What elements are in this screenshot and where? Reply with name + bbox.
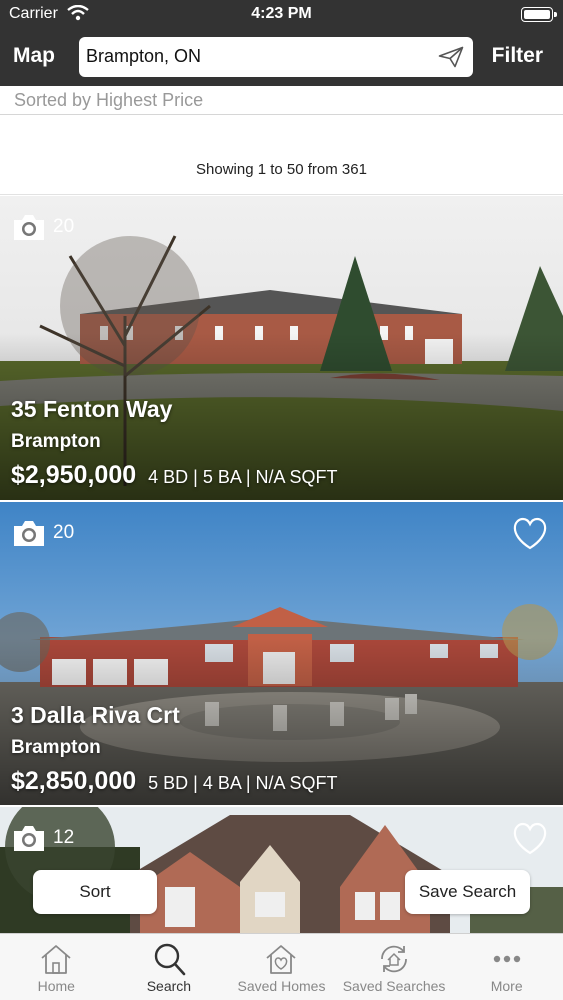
tab-label: Saved Searches xyxy=(342,978,446,994)
photo-count-value: 12 xyxy=(53,827,75,848)
divider xyxy=(0,194,563,195)
listing-specs: 5 BD | 4 BA | N/A SQFT xyxy=(148,773,338,793)
home-icon xyxy=(41,945,71,974)
nav-bar: Map Brampton, ON Filter xyxy=(0,30,563,86)
results-count: Showing 1 to 50 from 361 xyxy=(196,161,367,178)
heart-icon[interactable] xyxy=(512,822,548,856)
tab-saved-homes[interactable]: Saved Homes xyxy=(225,934,338,1000)
camera-icon xyxy=(14,826,44,851)
heart-icon[interactable] xyxy=(512,517,548,551)
listing-photo xyxy=(0,502,563,805)
tab-more[interactable]: More xyxy=(450,934,563,1000)
listing-address: 3 Dalla Riva Crt xyxy=(11,702,180,728)
tab-bar: Home Search Saved Homes Saved Searches M… xyxy=(0,933,563,1000)
photo-count-value: 20 xyxy=(53,216,75,237)
location-arrow-icon[interactable] xyxy=(438,46,464,68)
listing-card[interactable]: 20 3 Dalla Riva Crt Brampton $2,850,000 … xyxy=(0,502,563,805)
tab-label: Saved Homes xyxy=(237,978,326,994)
sort-order-label: Sorted by Highest Price xyxy=(14,90,204,110)
photo-count: 20 xyxy=(12,518,74,548)
listing-city: Brampton xyxy=(11,737,101,758)
camera-icon xyxy=(14,215,44,240)
listing-photo xyxy=(0,196,563,500)
search-icon xyxy=(154,943,186,976)
tab-search[interactable]: Search xyxy=(113,934,226,1000)
battery-icon xyxy=(521,7,557,22)
listing-price: $2,850,000 xyxy=(11,767,137,795)
clock: 4:23 PM xyxy=(251,5,312,22)
photo-count-value: 20 xyxy=(53,522,75,543)
tab-label: Search xyxy=(146,978,192,994)
filter-button[interactable]: Filter xyxy=(492,44,543,68)
listing-card[interactable]: 20 35 Fenton Way Brampton $2,950,000 4 B… xyxy=(0,196,563,500)
divider xyxy=(0,114,563,115)
saved-home-heart-icon xyxy=(266,945,297,974)
listing-price: $2,950,000 xyxy=(11,461,137,489)
map-button[interactable]: Map xyxy=(13,44,55,68)
listing-address: 35 Fenton Way xyxy=(11,396,173,422)
photo-count: 20 xyxy=(12,212,74,242)
sort-button[interactable]: Sort xyxy=(33,870,157,914)
listing-price-row: $2,950,000 4 BD | 5 BA | N/A SQFT xyxy=(11,461,338,490)
status-bar: Carrier 4:23 PM xyxy=(0,0,563,30)
tab-home[interactable]: Home xyxy=(0,934,113,1000)
save-search-button[interactable]: Save Search xyxy=(405,870,530,914)
tab-label: More xyxy=(490,978,523,994)
camera-icon xyxy=(14,521,44,546)
search-input[interactable]: Brampton, ON xyxy=(79,37,473,77)
listing-city: Brampton xyxy=(11,431,101,452)
tab-label: Home xyxy=(37,978,75,994)
listing-price-row: $2,850,000 5 BD | 4 BA | N/A SQFT xyxy=(11,767,338,796)
listing-specs: 4 BD | 5 BA | N/A SQFT xyxy=(148,467,338,487)
more-dots-icon xyxy=(493,955,520,963)
tab-saved-searches[interactable]: Saved Searches xyxy=(338,934,451,1000)
photo-count: 12 xyxy=(12,823,74,853)
search-input-value: Brampton, ON xyxy=(86,46,202,66)
saved-search-refresh-icon xyxy=(381,945,407,973)
